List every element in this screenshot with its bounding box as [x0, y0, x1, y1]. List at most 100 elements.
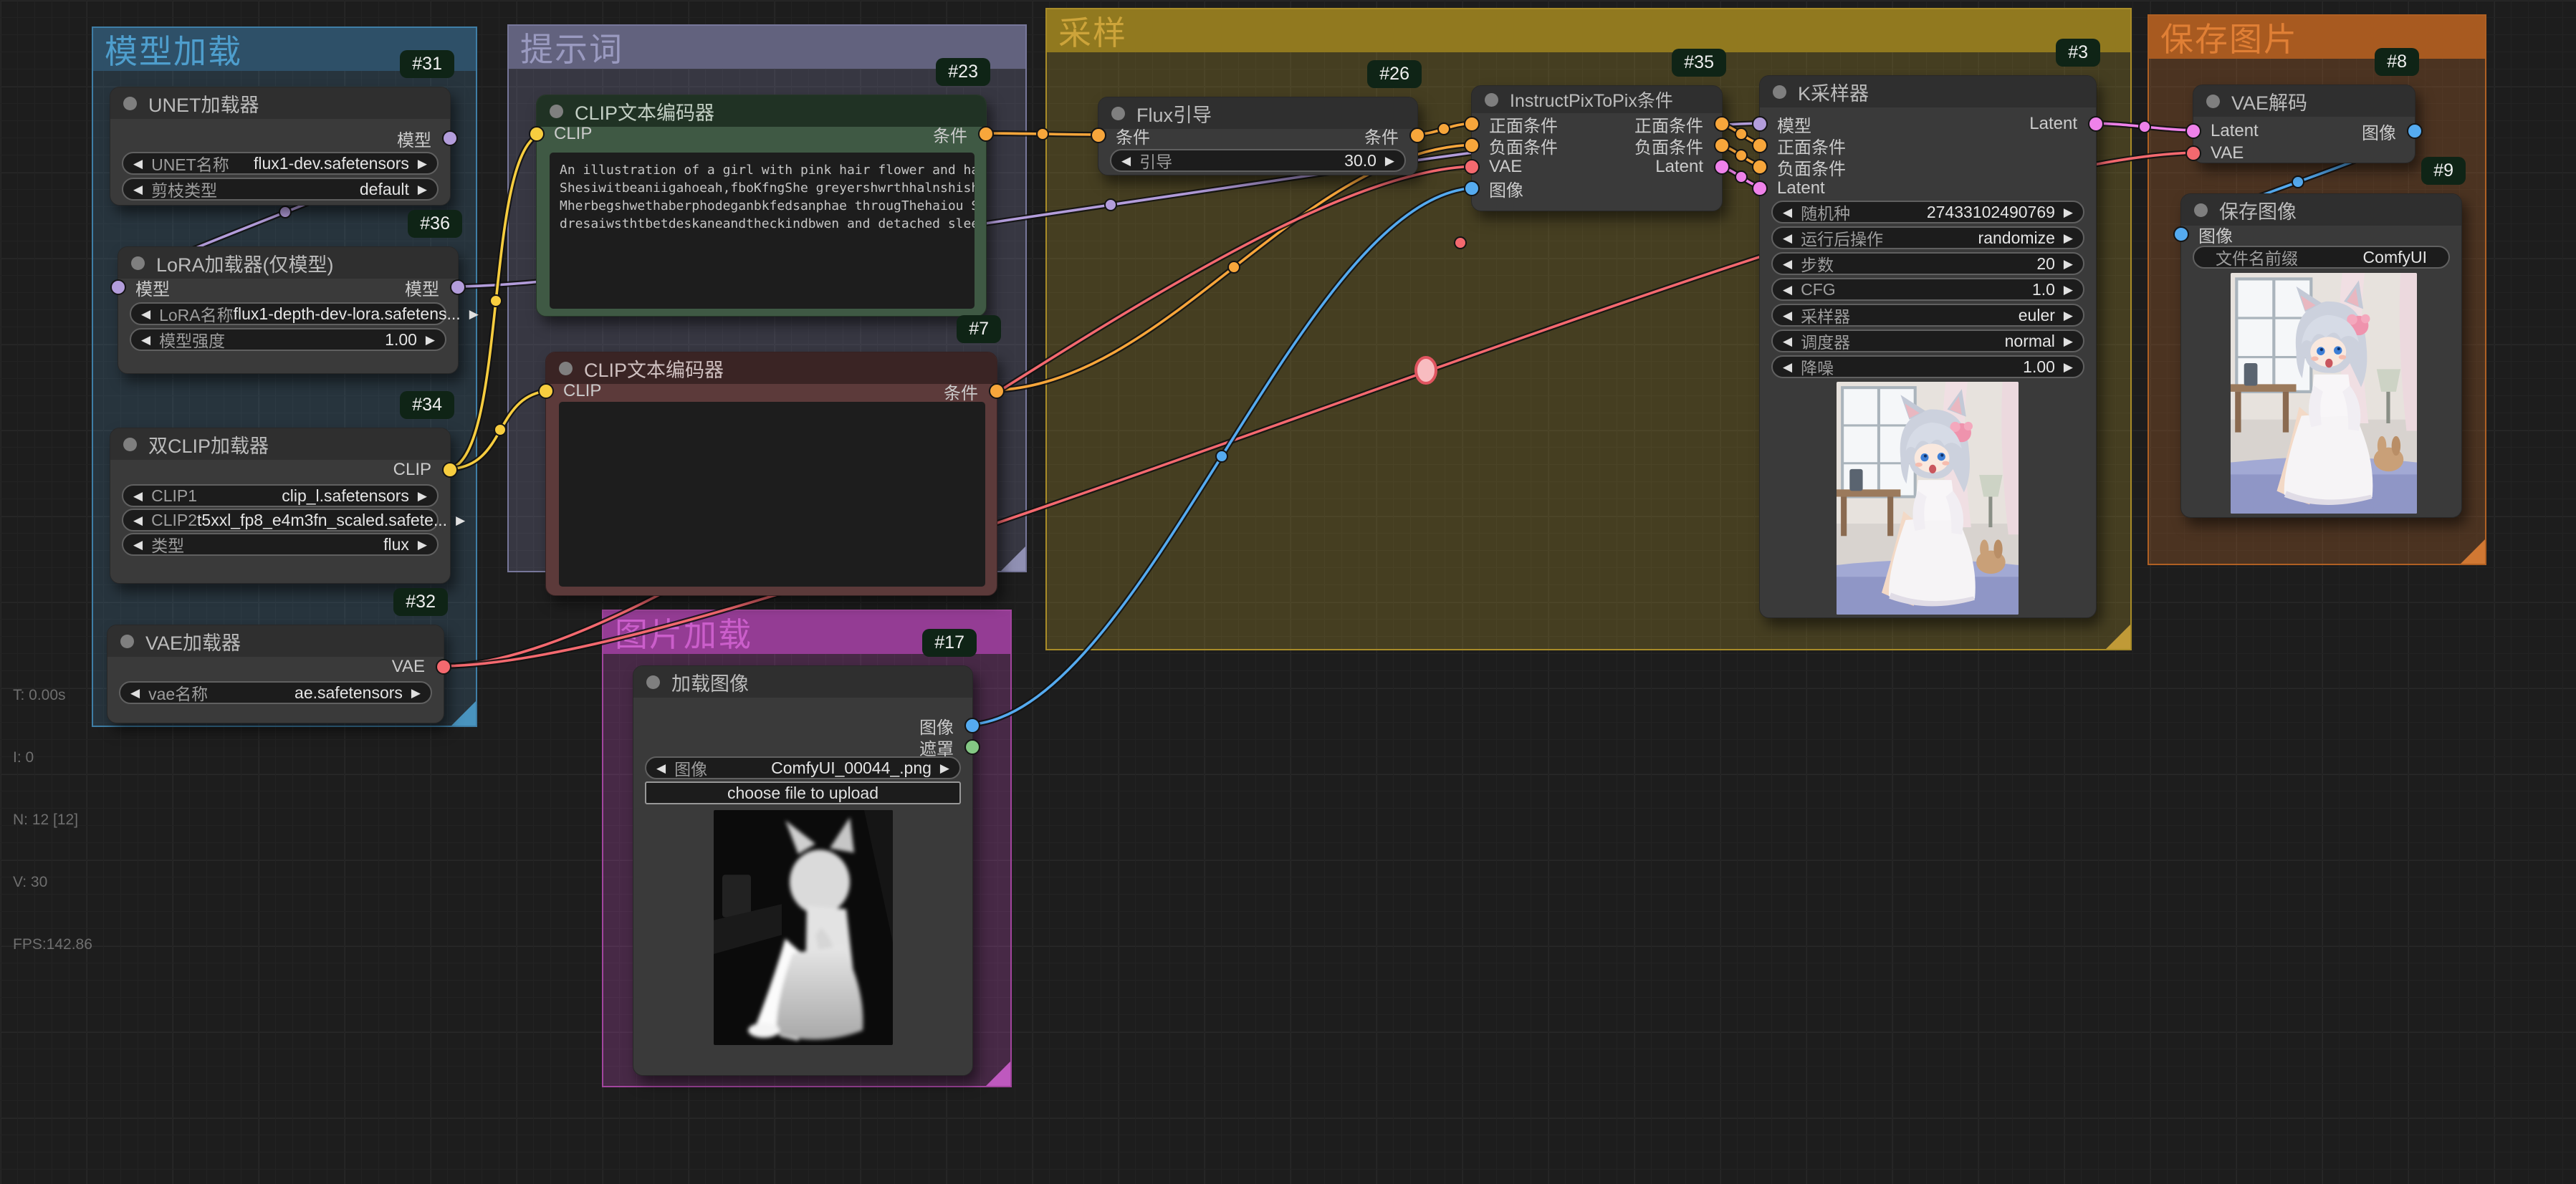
collapse-dot-icon[interactable] — [131, 256, 145, 270]
widget-sampler-name[interactable]: ◀ 采样器 euler ▶ — [1771, 304, 2084, 327]
input-socket-positive[interactable] — [1464, 116, 1480, 132]
group-resize-handle[interactable] — [2461, 539, 2485, 564]
prompt-textarea-empty[interactable] — [559, 402, 985, 587]
widget-right-arrow-icon[interactable]: ▶ — [1385, 155, 1394, 167]
node-clip-text-encoder-positive[interactable]: #23 CLIP文本编码器 CLIP 条件 An illustration of… — [536, 95, 987, 317]
input-socket-image[interactable] — [1464, 181, 1480, 196]
widget-right-arrow-icon[interactable]: ▶ — [2064, 361, 2073, 373]
node-vae-decode[interactable]: #8 VAE解码 Latent 图像 VAE — [2193, 85, 2415, 163]
widget-right-arrow-icon[interactable]: ▶ — [2064, 309, 2073, 322]
widget-right-arrow-icon[interactable]: ▶ — [2064, 284, 2073, 296]
collapse-dot-icon[interactable] — [120, 635, 134, 648]
output-socket-image[interactable] — [964, 718, 980, 733]
widget-type[interactable]: ◀ 类型 flux ▶ — [122, 533, 439, 556]
group-resize-handle[interactable] — [2106, 625, 2130, 649]
output-socket-image[interactable] — [2407, 123, 2423, 139]
node-save-image[interactable]: #9 保存图像 图像 文件名前缀 ComfyUI — [2180, 193, 2462, 518]
collapse-dot-icon[interactable] — [1485, 93, 1498, 107]
widget-right-arrow-icon[interactable]: ▶ — [418, 183, 427, 196]
input-socket-model[interactable] — [110, 279, 126, 295]
node-title-bar[interactable]: 双CLIP加载器 — [110, 428, 450, 460]
input-socket-vae[interactable] — [1464, 159, 1480, 175]
widget-right-arrow-icon[interactable]: ▶ — [2064, 232, 2073, 244]
output-socket-vae[interactable] — [436, 659, 451, 675]
collapse-dot-icon[interactable] — [1111, 107, 1125, 120]
output-socket-latent[interactable] — [2088, 116, 2104, 132]
node-title-bar[interactable]: K采样器 — [1760, 76, 2096, 107]
widget-control-after-generate[interactable]: ◀ 运行后操作 randomize ▶ — [1771, 226, 2084, 249]
widget-clip2[interactable]: ◀ CLIP2 t5xxl_fp8_e4m3fn_scaled.safete..… — [122, 509, 439, 531]
widget-model-strength[interactable]: ◀ 模型强度 1.00 ▶ — [130, 328, 446, 351]
node-title-bar[interactable]: UNET加载器 — [110, 87, 450, 119]
node-dual-clip-loader[interactable]: #34 双CLIP加载器 CLIP ◀ CLIP1 clip_l.safeten… — [110, 428, 451, 584]
node-lora-loader[interactable]: #36 LoRA加载器(仅模型) 模型 模型 ◀ LoRA名称 flux1-de… — [118, 246, 459, 374]
output-socket-negative[interactable] — [1714, 138, 1730, 153]
node-title-bar[interactable]: VAE加载器 — [107, 625, 444, 657]
widget-unet-name[interactable]: ◀ UNET名称 flux1-dev.safetensors ▶ — [122, 152, 439, 175]
widget-image-file[interactable]: ◀ 图像 ComfyUI_00044_.png ▶ — [645, 756, 961, 779]
widget-left-arrow-icon[interactable]: ◀ — [1783, 232, 1792, 244]
widget-right-arrow-icon[interactable]: ▶ — [456, 514, 465, 526]
group-resize-handle[interactable] — [451, 701, 476, 726]
widget-right-arrow-icon[interactable]: ▶ — [2064, 335, 2073, 347]
widget-left-arrow-icon[interactable]: ◀ — [1121, 155, 1131, 167]
widget-left-arrow-icon[interactable]: ◀ — [133, 490, 143, 502]
output-socket-model[interactable] — [450, 279, 466, 295]
widget-clip1[interactable]: ◀ CLIP1 clip_l.safetensors ▶ — [122, 484, 439, 507]
node-title-bar[interactable]: VAE解码 — [2193, 85, 2415, 117]
collapse-dot-icon[interactable] — [123, 438, 137, 451]
output-socket-mask[interactable] — [964, 739, 980, 755]
node-title-bar[interactable]: 保存图像 — [2181, 194, 2461, 226]
output-socket-conditioning[interactable] — [978, 126, 994, 142]
widget-right-arrow-icon[interactable]: ▶ — [469, 308, 479, 320]
input-socket-negative[interactable] — [1464, 138, 1480, 153]
widget-denoise[interactable]: ◀ 降噪 1.00 ▶ — [1771, 355, 2084, 378]
widget-left-arrow-icon[interactable]: ◀ — [1783, 361, 1792, 373]
node-instructpixtopix-conditioning[interactable]: #35 InstructPixToPix条件 正面条件 正面条件 负面条件 负面… — [1471, 85, 1723, 211]
group-title-sampling[interactable]: 采样 — [1047, 9, 2130, 52]
widget-cfg[interactable]: ◀ CFG 1.0 ▶ — [1771, 278, 2084, 301]
widget-left-arrow-icon[interactable]: ◀ — [133, 539, 143, 551]
choose-file-button[interactable]: choose file to upload — [645, 781, 961, 804]
widget-right-arrow-icon[interactable]: ▶ — [411, 687, 421, 699]
widget-steps[interactable]: ◀ 步数 20 ▶ — [1771, 252, 2084, 275]
input-socket-clip[interactable] — [538, 383, 554, 399]
node-title-bar[interactable]: LoRA加载器(仅模型) — [118, 247, 458, 279]
widget-left-arrow-icon[interactable]: ◀ — [133, 514, 143, 526]
output-socket-latent[interactable] — [1714, 159, 1730, 175]
widget-left-arrow-icon[interactable]: ◀ — [133, 158, 143, 170]
widget-left-arrow-icon[interactable]: ◀ — [141, 334, 150, 346]
widget-left-arrow-icon[interactable]: ◀ — [1783, 309, 1792, 322]
widget-right-arrow-icon[interactable]: ▶ — [418, 539, 427, 551]
widget-right-arrow-icon[interactable]: ▶ — [418, 490, 427, 502]
link-dot[interactable] — [490, 295, 502, 307]
input-socket-conditioning[interactable] — [1091, 127, 1106, 143]
input-socket-clip[interactable] — [529, 126, 545, 142]
input-socket-positive[interactable] — [1752, 138, 1768, 153]
node-title-bar[interactable]: CLIP文本编码器 — [546, 352, 997, 384]
widget-left-arrow-icon[interactable]: ◀ — [656, 762, 666, 774]
input-socket-vae[interactable] — [2185, 145, 2201, 161]
collapse-dot-icon[interactable] — [1773, 85, 1786, 99]
widget-right-arrow-icon[interactable]: ▶ — [426, 334, 435, 346]
node-flux-guidance[interactable]: #26 Flux引导 条件 条件 ◀ 引导 30.0 ▶ — [1098, 97, 1418, 175]
collapse-dot-icon[interactable] — [550, 105, 563, 118]
input-socket-negative[interactable] — [1752, 159, 1768, 175]
widget-scheduler[interactable]: ◀ 调度器 normal ▶ — [1771, 329, 2084, 352]
node-load-image[interactable]: #17 加载图像 图像 遮罩 ◀ 图像 ComfyUI_00044_.png ▶… — [633, 665, 973, 1076]
widget-right-arrow-icon[interactable]: ▶ — [940, 762, 949, 774]
node-vae-loader[interactable]: #32 VAE加载器 VAE ◀ vae名称 ae.safetensors ▶ — [107, 625, 444, 723]
widget-seed[interactable]: ◀ 随机种 27433102490769 ▶ — [1771, 201, 2084, 223]
input-socket-image[interactable] — [2173, 226, 2189, 242]
widget-guidance[interactable]: ◀ 引导 30.0 ▶ — [1110, 149, 1406, 172]
widget-right-arrow-icon[interactable]: ▶ — [2064, 258, 2073, 270]
output-socket-conditioning[interactable] — [989, 383, 1005, 399]
collapse-dot-icon[interactable] — [2194, 203, 2208, 217]
collapse-dot-icon[interactable] — [559, 362, 573, 375]
node-title-bar[interactable]: InstructPixToPix条件 — [1472, 86, 1722, 113]
widget-left-arrow-icon[interactable]: ◀ — [1783, 284, 1792, 296]
widget-left-arrow-icon[interactable]: ◀ — [141, 308, 150, 320]
input-socket-latent[interactable] — [1752, 181, 1768, 196]
node-clip-text-encoder-negative[interactable]: #7 CLIP文本编码器 CLIP 条件 — [545, 352, 997, 596]
widget-weight-dtype[interactable]: ◀ 剪枝类型 default ▶ — [122, 178, 439, 201]
